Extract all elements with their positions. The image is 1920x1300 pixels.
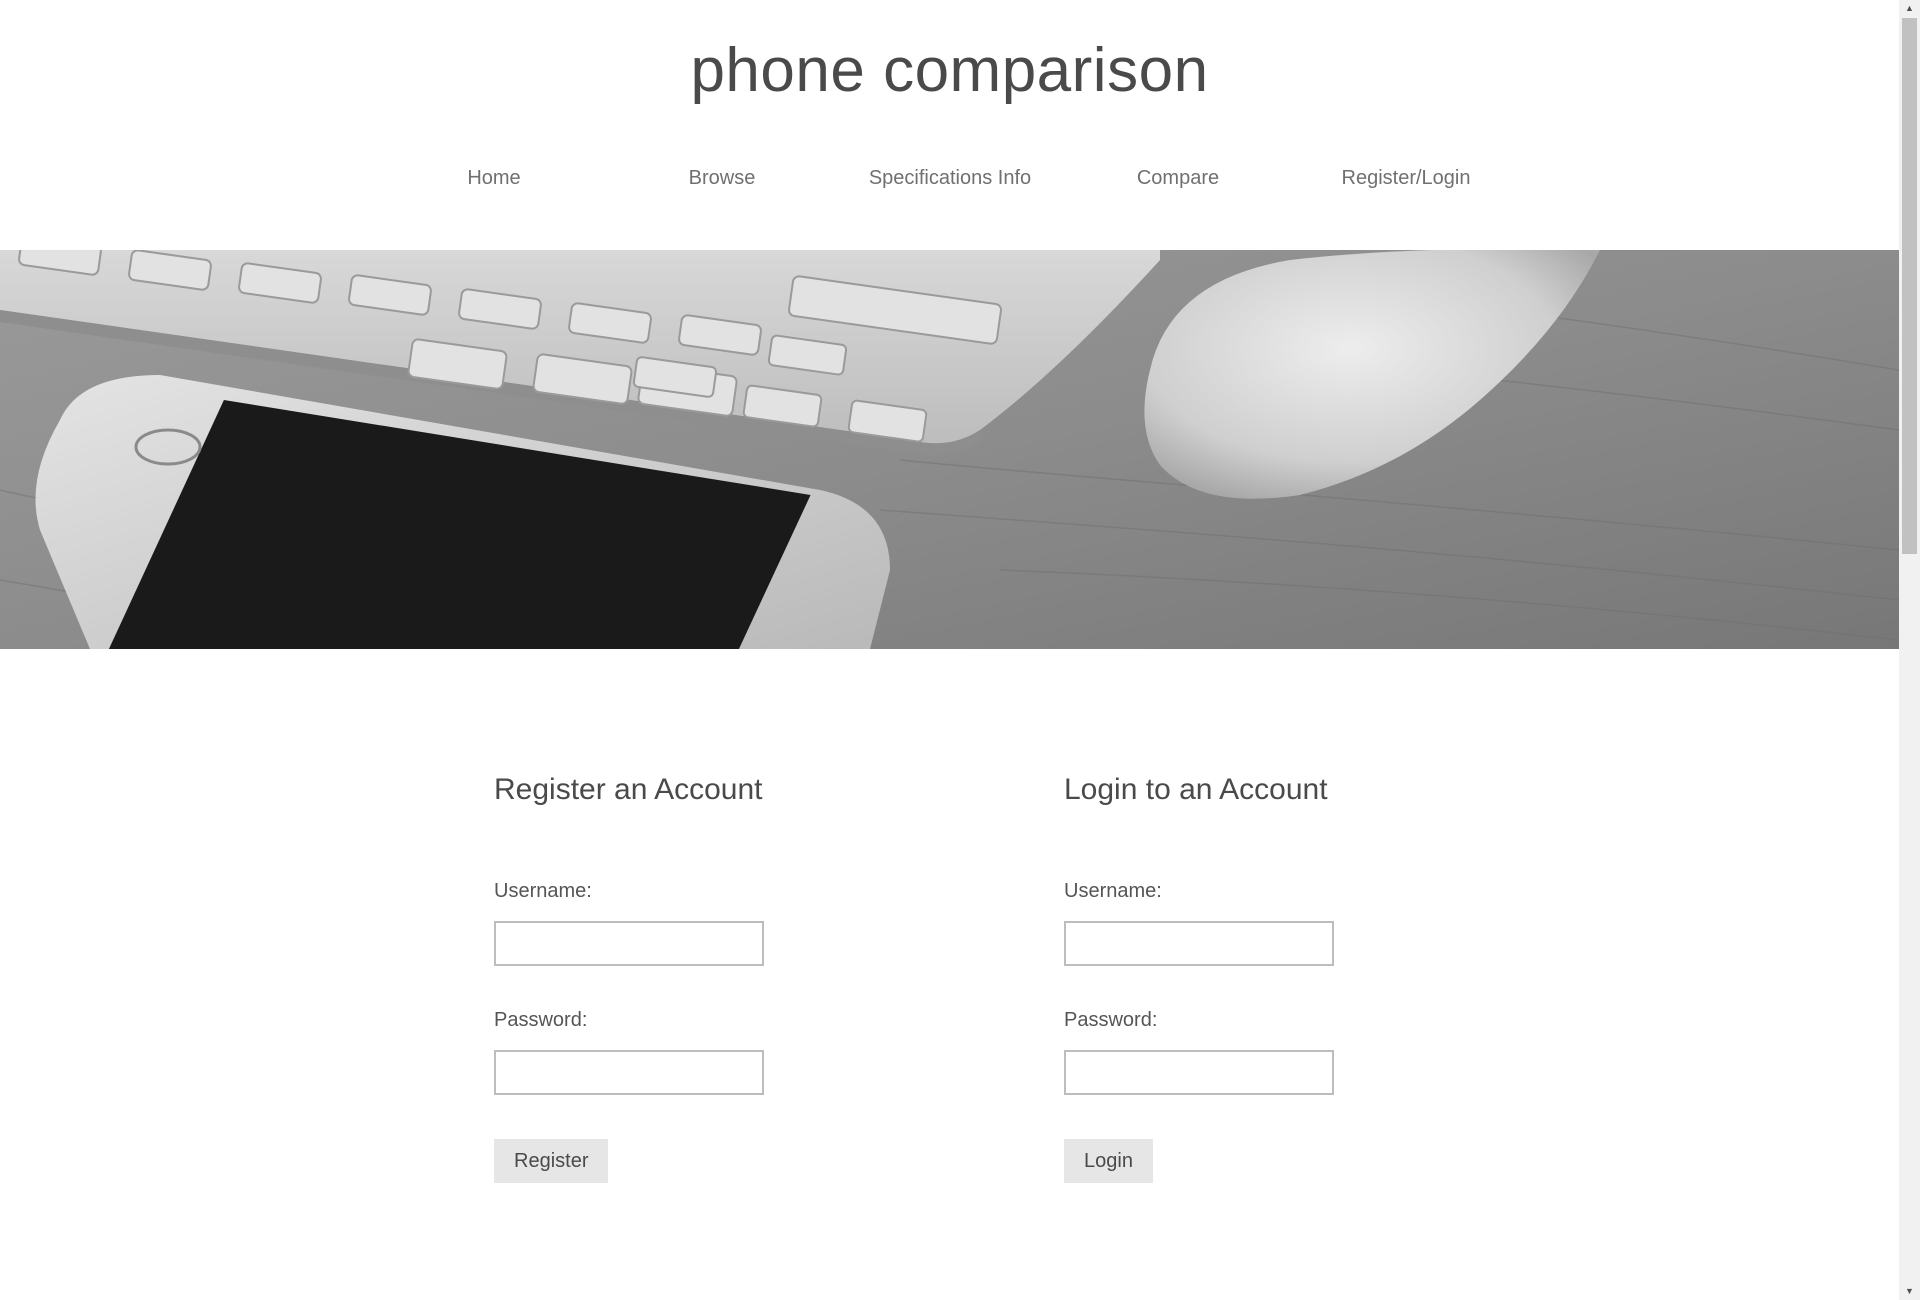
content-area: phone comparison Home Browse Specificati… [0, 0, 1899, 1300]
page: phone comparison Home Browse Specificati… [0, 0, 1920, 1300]
nav-item-specifications-info[interactable]: Specifications Info [836, 158, 1064, 198]
login-heading: Login to an Account [1064, 773, 1328, 806]
register-password-label: Password: [494, 1009, 588, 1031]
register-button[interactable]: Register [494, 1139, 609, 1183]
nav-item-home[interactable]: Home [380, 158, 608, 198]
login-button[interactable]: Login [1064, 1139, 1153, 1183]
register-heading: Register an Account [494, 773, 763, 806]
register-password-input[interactable] [494, 1050, 764, 1095]
register-username-label: Username: [494, 880, 592, 902]
vertical-scrollbar[interactable]: ▲ ▼ [1899, 0, 1920, 1300]
register-section: Register an Account [494, 765, 994, 815]
login-password-label: Password: [1064, 1009, 1158, 1031]
scroll-up-arrow-icon[interactable]: ▲ [1899, 0, 1920, 17]
login-username-label: Username: [1064, 880, 1162, 902]
scroll-down-arrow-icon[interactable]: ▼ [1899, 1283, 1920, 1300]
main-nav: Home Browse Specifications Info Compare … [0, 158, 1899, 198]
nav-item-compare[interactable]: Compare [1064, 158, 1292, 198]
site-title: phone comparison [690, 36, 1209, 105]
login-username-input[interactable] [1064, 921, 1334, 966]
nav-item-browse[interactable]: Browse [608, 158, 836, 198]
nav-item-register-login[interactable]: Register/Login [1292, 158, 1520, 198]
scrollbar-thumb[interactable] [1902, 18, 1917, 554]
login-password-input[interactable] [1064, 1050, 1334, 1095]
register-username-input[interactable] [494, 921, 764, 966]
hero-desk-illustration [0, 250, 1899, 649]
hero-image [0, 250, 1899, 649]
login-section: Login to an Account [1064, 765, 1564, 815]
